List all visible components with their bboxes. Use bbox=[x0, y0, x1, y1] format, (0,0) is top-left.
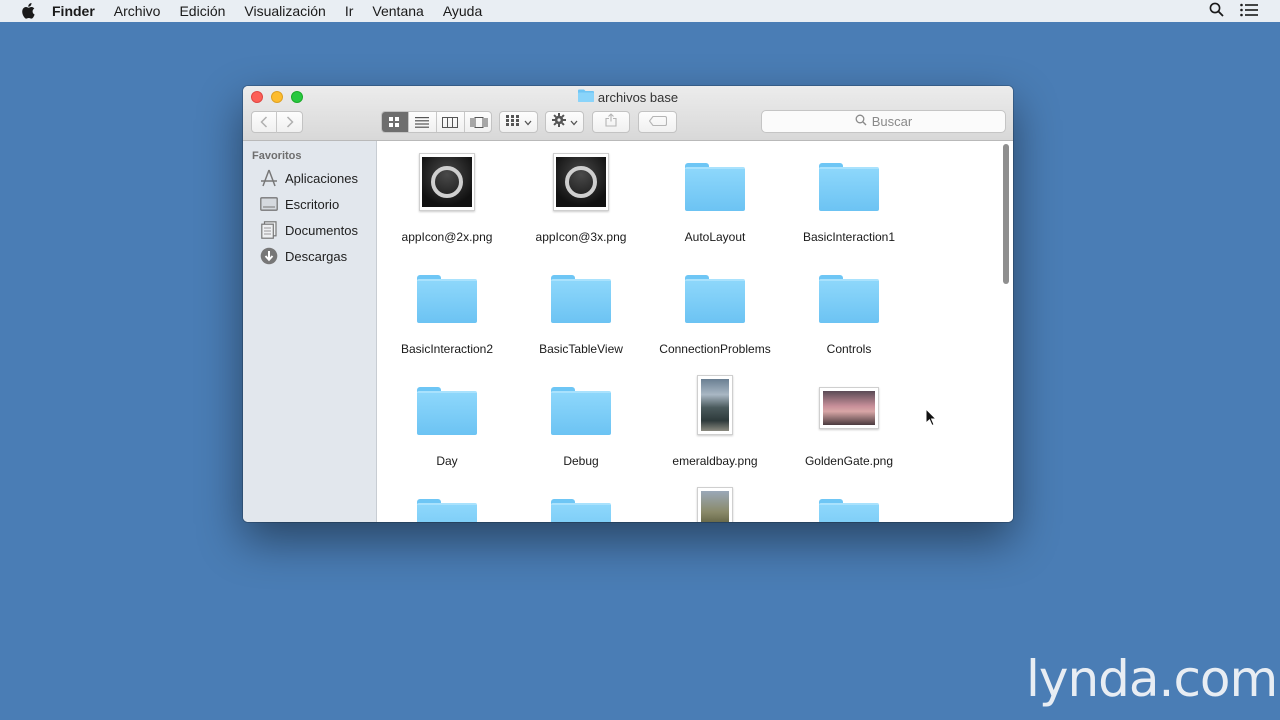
file-name: BasicInteraction2 bbox=[400, 342, 494, 356]
file-name: BasicInteraction1 bbox=[802, 230, 896, 244]
menu-bar: Finder Archivo Edición Visualización Ir … bbox=[0, 0, 1280, 22]
notification-center-icon[interactable] bbox=[1240, 3, 1258, 20]
photo-thumbnail-icon bbox=[819, 375, 879, 435]
icon-view-button[interactable] bbox=[382, 112, 409, 132]
vertical-scrollbar[interactable] bbox=[1003, 144, 1009, 284]
png-image-icon bbox=[551, 151, 611, 211]
view-mode-control bbox=[381, 111, 492, 133]
share-button[interactable] bbox=[592, 111, 630, 133]
search-input[interactable]: Buscar bbox=[761, 110, 1006, 133]
sidebar-item-descargas[interactable]: Descargas bbox=[259, 245, 347, 267]
sidebar-item-label: Aplicaciones bbox=[285, 170, 358, 186]
folder-icon bbox=[417, 487, 477, 522]
back-forward-control bbox=[251, 111, 303, 133]
sidebar-item-aplicaciones[interactable]: Aplicaciones bbox=[259, 167, 358, 189]
gear-icon bbox=[551, 112, 566, 132]
forward-button[interactable] bbox=[277, 111, 302, 133]
file-name: Debug bbox=[563, 454, 599, 468]
arrange-dropdown[interactable] bbox=[499, 111, 538, 133]
folder-icon bbox=[551, 375, 611, 435]
back-button[interactable] bbox=[252, 111, 277, 133]
chevron-down-icon bbox=[570, 113, 578, 131]
tag-icon bbox=[648, 113, 667, 131]
sidebar-item-label: Documentos bbox=[285, 222, 358, 238]
search-icon bbox=[855, 114, 867, 129]
photo-thumbnail-icon bbox=[685, 487, 745, 522]
menu-archivo[interactable]: Archivo bbox=[114, 0, 161, 22]
sidebar-item-label: Descargas bbox=[285, 248, 348, 264]
tags-button[interactable] bbox=[638, 111, 677, 133]
arrange-icon bbox=[505, 113, 520, 131]
sidebar-item-label: Escritorio bbox=[285, 196, 340, 212]
sidebar-item-documentos[interactable]: Documentos bbox=[259, 219, 358, 241]
png-image-icon bbox=[417, 151, 477, 211]
file-name: appIcon@3x.png bbox=[535, 230, 627, 244]
folder-icon bbox=[685, 263, 745, 323]
window-title-text: archivos base bbox=[597, 89, 679, 105]
folder-icon bbox=[819, 151, 879, 211]
sidebar-heading: Favoritos bbox=[252, 150, 302, 162]
menu-app-finder[interactable]: Finder bbox=[52, 0, 95, 22]
search-placeholder: Buscar bbox=[871, 114, 913, 129]
folder-icon bbox=[551, 487, 611, 522]
folder-icon bbox=[417, 263, 477, 323]
file-name: ConnectionProblems bbox=[659, 342, 771, 356]
file-name: AutoLayout bbox=[684, 230, 746, 244]
lynda-watermark: lynda.com bbox=[1026, 650, 1278, 708]
column-view-button[interactable] bbox=[437, 112, 465, 132]
folder-icon bbox=[417, 375, 477, 435]
file-name: emeraldbay.png bbox=[672, 454, 758, 468]
documents-icon bbox=[259, 220, 279, 240]
file-name: appIcon@2x.png bbox=[401, 230, 493, 244]
applications-icon bbox=[259, 168, 279, 188]
window-title: archivos base bbox=[243, 89, 1013, 105]
folder-icon bbox=[551, 263, 611, 323]
share-icon bbox=[605, 112, 617, 132]
action-dropdown[interactable] bbox=[545, 111, 584, 133]
file-name: GoldenGate.png bbox=[804, 454, 894, 468]
photo-thumbnail-icon bbox=[685, 375, 745, 435]
folder-icon bbox=[819, 263, 879, 323]
list-view-button[interactable] bbox=[409, 112, 437, 132]
finder-window: archivos base Buscar Favoritos Aplicacio… bbox=[243, 86, 1013, 522]
downloads-icon bbox=[259, 246, 279, 266]
menu-ventana[interactable]: Ventana bbox=[372, 0, 423, 22]
mouse-pointer-icon bbox=[925, 407, 938, 432]
file-name: BasicTableView bbox=[539, 342, 623, 356]
file-grid: appIcon@2x.png appIcon@3x.png AutoLayout… bbox=[378, 141, 1013, 522]
menu-ir[interactable]: Ir bbox=[345, 0, 354, 22]
file-name: Day bbox=[436, 454, 458, 468]
menu-visualizacion[interactable]: Visualización bbox=[244, 0, 325, 22]
menu-ayuda[interactable]: Ayuda bbox=[443, 0, 482, 22]
chevron-down-icon bbox=[524, 113, 532, 131]
desktop-icon bbox=[259, 194, 279, 214]
cover-flow-button[interactable] bbox=[465, 112, 492, 132]
spotlight-search-icon[interactable] bbox=[1209, 2, 1224, 20]
folder-icon bbox=[685, 151, 745, 211]
folder-icon bbox=[819, 487, 879, 522]
sidebar-item-escritorio[interactable]: Escritorio bbox=[259, 193, 339, 215]
folder-title-icon bbox=[577, 89, 594, 105]
menu-edicion[interactable]: Edición bbox=[179, 0, 225, 22]
toolbar: archivos base Buscar bbox=[243, 86, 1013, 141]
sidebar: Favoritos Aplicaciones Escritorio Docume… bbox=[243, 141, 377, 522]
file-name: Controls bbox=[826, 342, 872, 356]
apple-menu-icon[interactable] bbox=[18, 1, 38, 21]
